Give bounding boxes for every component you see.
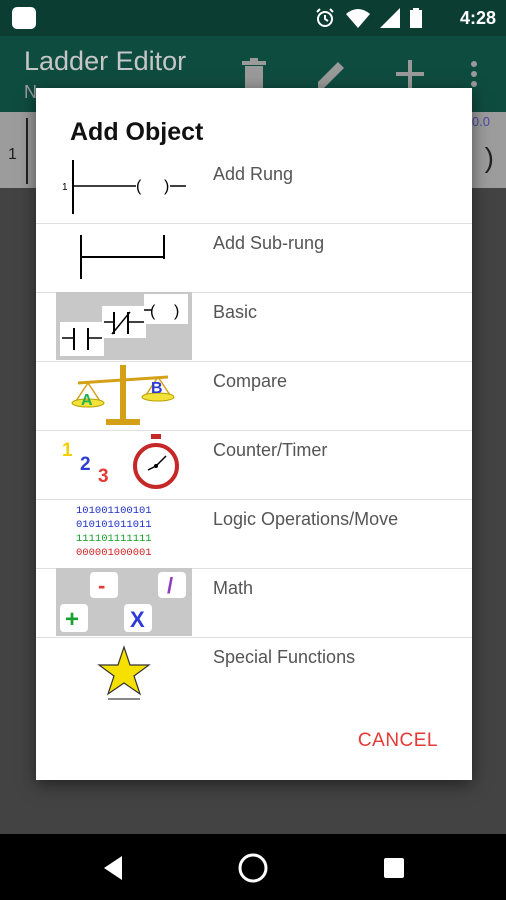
option-compare[interactable]: A B Compare	[36, 361, 472, 431]
multiply-glyph: X	[130, 607, 145, 632]
svg-text:(: (	[136, 178, 142, 195]
counter-digit-3: 3	[98, 466, 109, 487]
sub-rung-icon	[80, 235, 165, 279]
svg-text:): )	[174, 303, 179, 320]
add-icon[interactable]	[392, 56, 428, 92]
compare-b: B	[151, 380, 163, 397]
status-time: 4:28	[459, 8, 496, 28]
option-label: Add Rung	[213, 164, 294, 184]
counter-digit-2: 2	[80, 454, 91, 475]
compare-a: A	[81, 392, 93, 409]
option-logic-operations[interactable]: 101001100101 010101011011 111101111111 0…	[36, 499, 472, 569]
balance-scale-icon: A B	[71, 365, 175, 425]
option-label: Compare	[213, 371, 288, 391]
binary-line: 101001100101	[76, 505, 152, 517]
option-basic[interactable]: ( ) Basic	[36, 292, 472, 362]
minus-glyph: -	[98, 573, 105, 598]
option-counter-timer[interactable]: 1 2 3 Counter/Timer	[36, 430, 472, 500]
edit-icon[interactable]	[314, 56, 350, 92]
binary-line: 000001000001	[76, 547, 152, 559]
recents-icon[interactable]	[378, 852, 410, 884]
more-options-icon[interactable]	[466, 56, 482, 92]
home-icon[interactable]	[237, 852, 269, 884]
notification-icon	[12, 7, 36, 29]
cancel-button[interactable]: CANCEL	[358, 730, 438, 752]
cell-signal-icon	[380, 8, 400, 28]
wifi-icon	[346, 9, 370, 28]
stopwatch-icon: 1 2 3	[62, 434, 179, 489]
rung-number: 1	[8, 146, 17, 163]
option-label: Add Sub-rung	[213, 233, 325, 253]
left-rail	[26, 118, 28, 184]
option-label: Basic	[213, 302, 258, 322]
star-icon	[97, 645, 151, 700]
delete-icon[interactable]	[236, 56, 272, 92]
option-add-rung[interactable]: 1 ( ) Add Rung	[36, 154, 472, 224]
binary-icon: 101001100101 010101011011 111101111111 0…	[76, 505, 152, 559]
editor-corner-label: 0.0	[471, 114, 490, 129]
coil-glyph: )	[484, 142, 494, 173]
dialog-title: Add Object	[70, 118, 204, 146]
option-special-functions[interactable]: Special Functions	[36, 637, 472, 706]
svg-text:): )	[164, 178, 169, 195]
toolbar-title: Ladder Editor	[24, 46, 187, 76]
status-bar: 4:28	[0, 0, 506, 36]
option-label: Math	[213, 578, 254, 598]
option-add-sub-rung[interactable]: Add Sub-rung	[36, 223, 472, 293]
binary-line: 010101011011	[76, 519, 152, 531]
plus-glyph: +	[65, 606, 79, 633]
option-label: Logic Operations/Move	[213, 509, 399, 529]
basic-contacts-icon: ( )	[56, 292, 192, 360]
divide-glyph: /	[167, 573, 173, 598]
alarm-icon	[316, 8, 334, 27]
status-icons	[314, 8, 422, 28]
counter-digit-1: 1	[62, 440, 73, 461]
battery-icon	[410, 8, 422, 28]
rung-icon-number: 1	[62, 182, 68, 193]
option-label: Special Functions	[213, 647, 356, 667]
navigation-bar	[0, 834, 506, 900]
binary-line: 111101111111	[76, 533, 152, 545]
math-operators-icon: - / + X	[56, 568, 192, 636]
back-icon[interactable]	[98, 852, 130, 884]
add-object-dialog: Add Object 1 ( ) Add Rung Add Sub-rung (…	[36, 88, 472, 780]
rung-icon: 1 ( )	[62, 160, 186, 214]
svg-text:(: (	[150, 303, 156, 320]
option-label: Counter/Timer	[213, 440, 328, 460]
option-math[interactable]: - / + X Math	[36, 568, 472, 638]
